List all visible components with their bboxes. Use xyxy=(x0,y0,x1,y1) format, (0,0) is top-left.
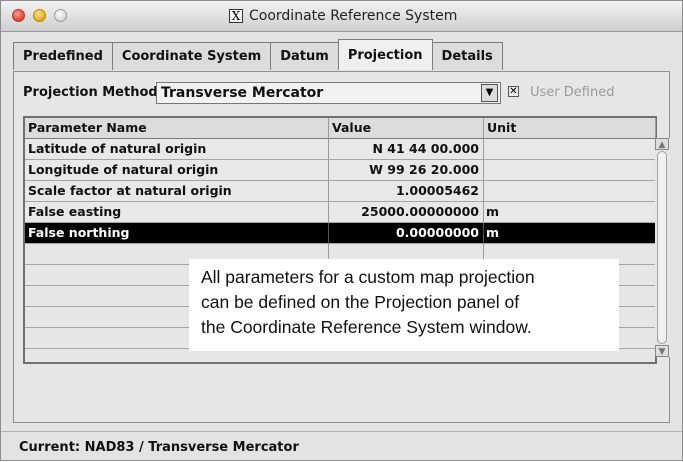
window-title-group: X Coordinate Reference System xyxy=(229,7,457,25)
table-header-row: Parameter Name Value Unit xyxy=(25,118,656,139)
crs-window: X Coordinate Reference System Predefined… xyxy=(0,0,683,461)
tab-details[interactable]: Details xyxy=(431,42,503,70)
parameter-unit-cell[interactable] xyxy=(484,181,656,202)
x11-app-icon: X xyxy=(229,9,243,23)
parameter-value-cell[interactable]: 0.00000000 xyxy=(329,223,484,244)
parameter-unit-cell[interactable]: m xyxy=(484,223,656,244)
table-row[interactable]: Latitude of natural origin N 41 44 00.00… xyxy=(25,139,656,160)
status-bar: Current: NAD83 / Transverse Mercator xyxy=(1,431,682,462)
scroll-down-arrow-icon[interactable]: ▼ xyxy=(655,345,669,357)
parameter-unit-cell[interactable] xyxy=(484,160,656,181)
user-defined-label: User Defined xyxy=(530,85,615,100)
table-row[interactable]: Scale factor at natural origin 1.0000546… xyxy=(25,181,656,202)
projection-method-select[interactable]: Transverse Mercator ▼ xyxy=(156,82,501,104)
column-header-unit[interactable]: Unit xyxy=(484,118,656,139)
parameter-name-cell[interactable]: Longitude of natural origin xyxy=(25,160,329,181)
scroll-up-arrow-icon[interactable]: ▲ xyxy=(655,138,669,150)
user-defined-checkbox[interactable]: ✕ xyxy=(508,86,519,97)
callout-line: All parameters for a custom map projecti… xyxy=(201,267,535,287)
projection-method-value: Transverse Mercator xyxy=(161,85,324,101)
current-crs-status: Current: NAD83 / Transverse Mercator xyxy=(19,440,299,455)
parameter-unit-cell[interactable] xyxy=(484,139,656,160)
tab-coordinate-system[interactable]: Coordinate System xyxy=(111,42,272,70)
tab-projection[interactable]: Projection xyxy=(337,39,433,70)
annotation-callout: All parameters for a custom map projecti… xyxy=(189,259,619,351)
table-row[interactable]: Longitude of natural origin W 99 26 20.0… xyxy=(25,160,656,181)
table-scrollbar[interactable]: ▲ ▼ xyxy=(655,138,670,357)
parameter-value-cell[interactable]: 1.00005462 xyxy=(329,181,484,202)
callout-line: can be defined on the Projection panel o… xyxy=(201,292,520,312)
tab-bar: Predefined Coordinate System Datum Proje… xyxy=(13,39,503,72)
column-header-parameter-name[interactable]: Parameter Name xyxy=(25,118,329,139)
parameter-unit-cell[interactable]: m xyxy=(484,202,656,223)
minimize-window-button[interactable] xyxy=(33,9,46,22)
scroll-track[interactable] xyxy=(657,151,667,344)
parameter-value-cell[interactable]: W 99 26 20.000 xyxy=(329,160,484,181)
title-bar[interactable]: X Coordinate Reference System xyxy=(1,1,682,32)
zoom-window-button[interactable] xyxy=(54,9,67,22)
projection-method-label: Projection Method xyxy=(23,85,158,100)
close-window-button[interactable] xyxy=(12,9,25,22)
parameter-name-cell[interactable]: False easting xyxy=(25,202,329,223)
parameter-name-cell[interactable]: Latitude of natural origin xyxy=(25,139,329,160)
window-title: Coordinate Reference System xyxy=(249,8,458,24)
tab-predefined[interactable]: Predefined xyxy=(13,42,113,70)
callout-line: the Coordinate Reference System window. xyxy=(201,317,532,337)
parameter-value-cell[interactable]: 25000.00000000 xyxy=(329,202,484,223)
parameter-name-cell[interactable]: Scale factor at natural origin xyxy=(25,181,329,202)
table-row[interactable]: False easting 25000.00000000 m xyxy=(25,202,656,223)
tab-datum[interactable]: Datum xyxy=(270,42,339,70)
parameter-name-cell[interactable]: False northing xyxy=(25,223,329,244)
dropdown-arrow-icon[interactable]: ▼ xyxy=(481,84,498,102)
table-row-selected[interactable]: False northing 0.00000000 m xyxy=(25,223,656,244)
column-header-value[interactable]: Value xyxy=(329,118,484,139)
parameter-value-cell[interactable]: N 41 44 00.000 xyxy=(329,139,484,160)
